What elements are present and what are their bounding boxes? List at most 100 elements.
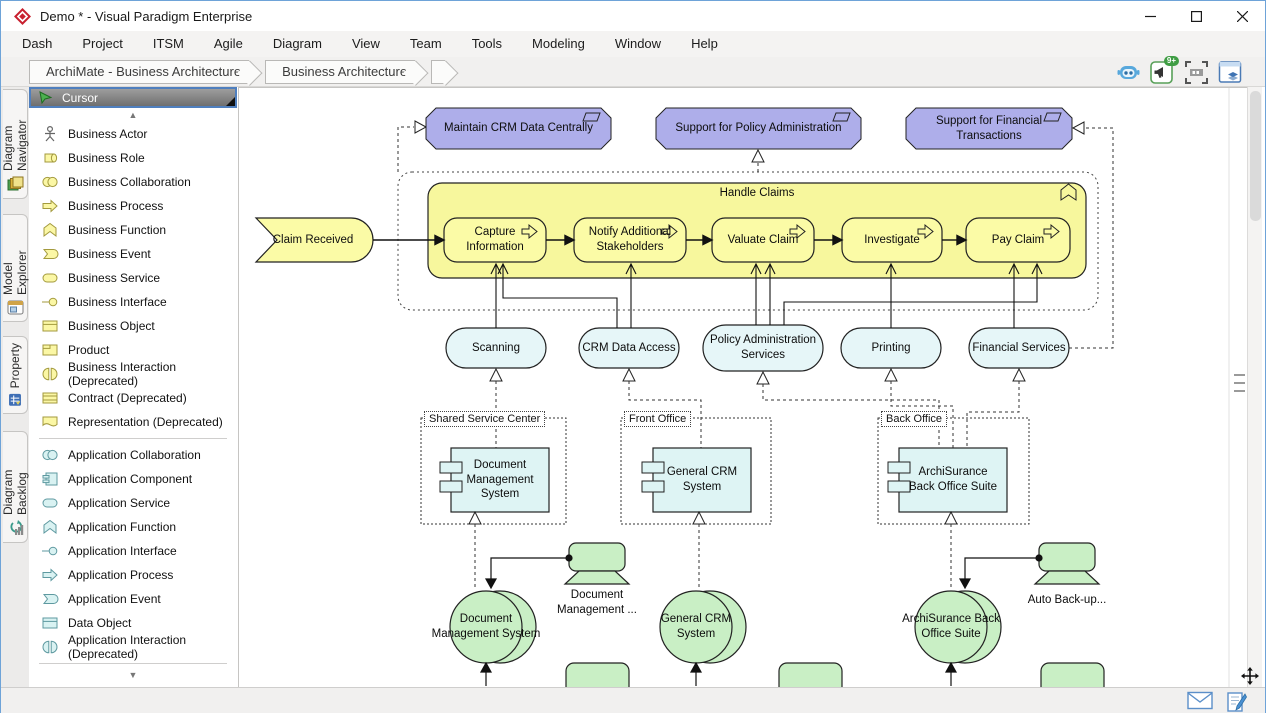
menu-project[interactable]: Project <box>67 31 137 57</box>
diagram-backlog-icon <box>7 520 24 536</box>
palette-item-application-event[interactable]: Application Event <box>29 587 237 611</box>
component-archisurance-back-office-suite[interactable] <box>888 448 1007 512</box>
panel-layout-icon[interactable] <box>1218 60 1243 85</box>
palette-item-business-interaction[interactable]: Business Interaction (Deprecated) <box>29 362 237 386</box>
cursor-label: Cursor <box>62 91 98 105</box>
palette-item-product[interactable]: Product <box>29 338 237 362</box>
partial-node-shape[interactable] <box>566 663 629 688</box>
component-general-crm-system[interactable] <box>642 448 751 512</box>
palette-item-business-function[interactable]: Business Function <box>29 218 237 242</box>
event-claim-received[interactable] <box>256 218 373 262</box>
palette-item-application-collaboration[interactable]: Application Collaboration <box>29 443 237 467</box>
palette-scroll-down[interactable]: ▼ <box>29 668 237 682</box>
ai-assistant-icon[interactable] <box>1116 60 1141 85</box>
menu-diagram[interactable]: Diagram <box>258 31 337 57</box>
service-scanning[interactable] <box>446 328 546 368</box>
process-pay-claim[interactable] <box>966 218 1070 262</box>
service-financial-services[interactable] <box>969 328 1069 368</box>
device-document-management[interactable] <box>565 543 629 584</box>
tab-diagram-navigator[interactable]: Diagram Navigator <box>3 89 28 199</box>
service-printing[interactable] <box>841 328 941 368</box>
node-general-crm-system[interactable] <box>660 591 746 663</box>
menu-modeling[interactable]: Modeling <box>517 31 600 57</box>
process-notify-additional-stakeholders[interactable] <box>574 218 686 262</box>
tab-diagram-backlog[interactable]: Diagram Backlog <box>3 431 28 543</box>
shape-palette: Cursor ▲ Business Actor Business Role Bu… <box>29 87 239 687</box>
pan-tool-icon[interactable] <box>1241 667 1259 685</box>
menu-agile[interactable]: Agile <box>199 31 258 57</box>
node-realization-connectors <box>475 524 951 588</box>
menu-itsm[interactable]: ITSM <box>138 31 199 57</box>
menu-team[interactable]: Team <box>395 31 457 57</box>
palette-item-application-interaction[interactable]: Application Interaction (Deprecated) <box>29 635 237 659</box>
message-icon[interactable] <box>1187 691 1213 710</box>
process-capture-information[interactable] <box>444 218 546 262</box>
component-tab-icon <box>642 462 664 473</box>
node-realization-arrowheads <box>469 512 957 524</box>
panel-splitter-grip[interactable] <box>1234 374 1245 398</box>
visual-paradigm-logo-icon <box>14 8 31 25</box>
close-button[interactable] <box>1219 1 1265 31</box>
palette-item-application-function[interactable]: Application Function <box>29 515 237 539</box>
palette-item-application-interface[interactable]: Application Interface <box>29 539 237 563</box>
menu-tools[interactable]: Tools <box>457 31 517 57</box>
palette-item-business-process[interactable]: Business Process <box>29 194 237 218</box>
minimize-button[interactable] <box>1127 1 1173 31</box>
window-title: Demo * - Visual Paradigm Enterprise <box>40 9 252 24</box>
announcement-badge: 9+ <box>1164 56 1179 66</box>
model-explorer-icon <box>7 300 24 315</box>
service-policy-administration[interactable] <box>703 325 823 371</box>
palette-item-application-service[interactable]: Application Service <box>29 491 237 515</box>
palette-item-business-service[interactable]: Business Service <box>29 266 237 290</box>
diagram-navigator-icon <box>7 176 24 192</box>
partial-node-shape[interactable] <box>779 663 842 688</box>
palette-scroll-up[interactable]: ▲ <box>29 108 237 122</box>
process-valuate-claim[interactable] <box>712 218 814 262</box>
palette-item-business-collaboration[interactable]: Business Collaboration <box>29 170 237 194</box>
fit-selection-icon[interactable] <box>1184 60 1209 85</box>
menu-view[interactable]: View <box>337 31 395 57</box>
window-controls <box>1127 1 1265 31</box>
palette-item-contract[interactable]: Contract (Deprecated) <box>29 386 237 410</box>
palette-item-application-process[interactable]: Application Process <box>29 563 237 587</box>
breadcrumb-model[interactable]: ArchiMate - Business Architecture <box>29 60 249 84</box>
palette-item-business-object[interactable]: Business Object <box>29 314 237 338</box>
breadcrumb-diagram[interactable]: Business Architecture <box>265 60 415 84</box>
node-document-management-system[interactable] <box>450 591 536 663</box>
palette-item-business-event[interactable]: Business Event <box>29 242 237 266</box>
goal-support-financial-transactions[interactable] <box>906 108 1072 149</box>
service-crm-data-access[interactable] <box>579 328 679 368</box>
diagram-canvas[interactable]: Maintain CRM Data Centrally Support for … <box>239 87 1247 687</box>
maximize-button[interactable] <box>1173 1 1219 31</box>
notes-icon[interactable] <box>1227 691 1247 712</box>
palette-item-data-object[interactable]: Data Object <box>29 611 237 635</box>
scrollbar-thumb[interactable] <box>1250 91 1261 221</box>
palette-item-business-role[interactable]: Business Role <box>29 146 237 170</box>
palette-item-application-component[interactable]: Application Component <box>29 467 237 491</box>
process-investigate[interactable] <box>842 218 942 262</box>
node-archisurance-back-office-suite[interactable] <box>915 591 1001 663</box>
cursor-tool[interactable]: Cursor <box>29 87 237 108</box>
partial-node-shape[interactable] <box>1041 663 1104 688</box>
goal-support-policy-administration[interactable] <box>656 108 861 149</box>
menu-window[interactable]: Window <box>600 31 676 57</box>
vertical-scrollbar[interactable] <box>1247 87 1262 687</box>
goal-maintain-crm-data-centrally[interactable] <box>426 108 611 149</box>
tab-model-explorer[interactable]: Model Explorer <box>3 214 28 322</box>
component-document-management-system[interactable] <box>440 448 549 512</box>
property-icon <box>7 393 23 407</box>
breadcrumb: ArchiMate - Business Architecture Busine… <box>29 60 461 84</box>
palette-item-representation[interactable]: Representation (Deprecated) <box>29 410 237 434</box>
palette-separator <box>39 663 227 664</box>
menu-dash[interactable]: Dash <box>7 31 67 57</box>
tab-property[interactable]: Property <box>3 336 28 414</box>
palette-item-business-actor[interactable]: Business Actor <box>29 122 237 146</box>
menu-help[interactable]: Help <box>676 31 733 57</box>
side-tab-strip: Diagram Navigator Model Explorer Propert… <box>1 87 29 687</box>
breadcrumb-tail <box>431 60 445 84</box>
group-label: Front Office <box>624 411 691 427</box>
cursor-corner-handle <box>226 97 235 106</box>
palette-item-business-interface[interactable]: Business Interface <box>29 290 237 314</box>
announcement-icon[interactable]: 9+ <box>1150 60 1175 85</box>
device-auto-backup[interactable] <box>1035 543 1099 584</box>
